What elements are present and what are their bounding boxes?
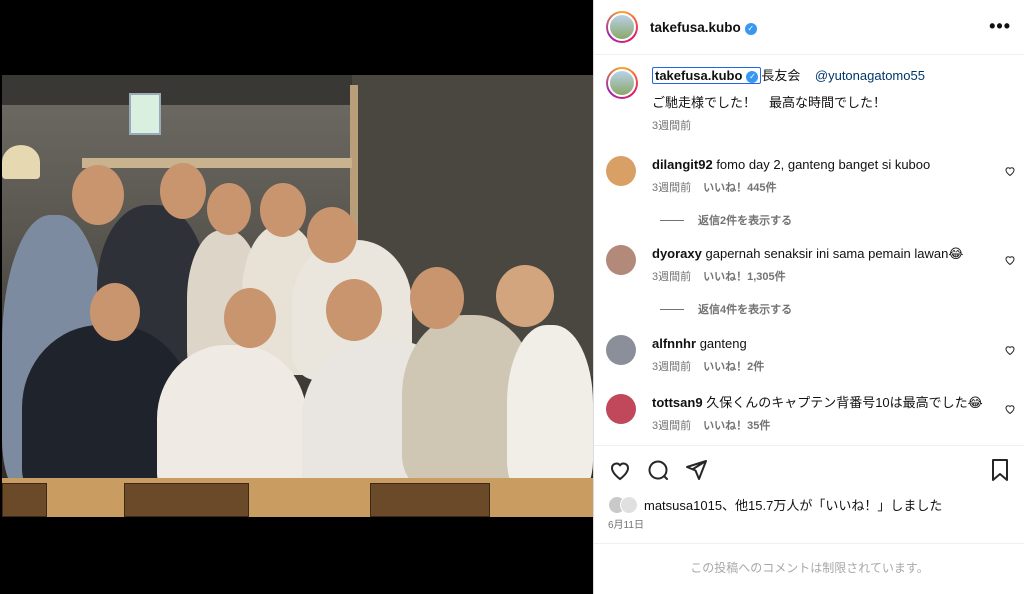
verified-badge-icon: ✓ [744,22,757,35]
liker-avatar [620,495,638,514]
heart-icon[interactable] [1004,254,1016,266]
comment-text: gapernah senaksir ini sama pemain lawan😂 [705,246,964,261]
comment-username[interactable]: tottsan9 [652,395,703,410]
comment-icon[interactable] [646,458,670,482]
comments-restricted-notice: この投稿へのコメントは制限されています。 [594,543,1024,593]
exit-sign [129,93,161,135]
comment-likes[interactable]: いいね！2件 [703,361,764,373]
comment-item: alfnnhr ganteng 3週間前 いいね！2件 [606,335,1016,385]
like-heart-icon[interactable] [608,458,632,482]
post-date[interactable]: 6月11日 [608,516,644,531]
comment-likes[interactable]: いいね！1,305件 [703,271,786,283]
commenter-avatar[interactable] [606,335,636,365]
caption-time[interactable]: 3週間前 [652,117,992,135]
caption-group: 長友会 [761,68,801,83]
caption-text: ご馳走様でした！ 最高な時間でした！ [652,95,887,110]
comment-username[interactable]: alfnnhr [652,336,696,351]
comment-username[interactable]: dilangit92 [652,157,713,172]
commenter-avatar[interactable] [606,245,636,275]
post-media [0,0,593,594]
post-details-panel: takefusa.kubo ✓ ••• takefusa.kubo ✓ 長友会 @yu… [593,0,1024,594]
view-replies-link[interactable]: 返信4件を表示する [660,301,792,317]
likes-summary[interactable]: matsusa1015、他15.7万人が「いいね！」しました [608,495,942,514]
commenter-avatar[interactable] [606,394,636,424]
comment-text: ganteng [699,336,747,351]
verified-badge-icon: ✓ [746,71,759,83]
mention-link[interactable]: @yutonagatomo55 [815,68,925,83]
author-username[interactable]: takefusa.kubo ✓ [650,20,757,35]
comment-time[interactable]: 3週間前 [652,361,691,373]
share-icon[interactable] [684,458,708,482]
commenter-avatar[interactable] [606,156,636,186]
bookmark-icon[interactable] [989,458,1011,482]
table-counter [2,478,593,517]
comments-scroll[interactable]: takefusa.kubo ✓ 長友会 @yutonagatomo55 ご馳走様でし… [594,55,1024,445]
author-avatar[interactable] [606,11,638,43]
post-photo[interactable] [2,75,593,517]
comment-time[interactable]: 3週間前 [652,271,691,283]
wall-lamp [2,145,40,179]
view-replies-link[interactable]: 返信2件を表示する [660,212,792,228]
comment-likes[interactable]: いいね！445件 [703,182,776,194]
comment-item: dyoraxy gapernah senaksir ini sama pemai… [606,245,1016,325]
comment-item: tottsan9 久保くんのキャプテン背番号10は最高でした😂 3週間前 いいね！… [606,394,1016,444]
comment-username[interactable]: dyoraxy [652,246,702,261]
comment-time[interactable]: 3週間前 [652,420,691,432]
caption-username[interactable]: takefusa.kubo ✓ [652,67,762,84]
comment-time[interactable]: 3週間前 [652,182,691,194]
comment-text: 久保くんのキャプテン背番号10は最高でした😂 [706,395,983,410]
heart-icon[interactable] [1004,403,1016,415]
heart-icon[interactable] [1004,165,1016,177]
post-actions: matsusa1015、他15.7万人が「いいね！」しました 6月11日 この投… [594,445,1024,594]
comment-likes[interactable]: いいね！35件 [703,420,770,432]
comment-item: dilangit92 fomo day 2, ganteng banget si… [606,156,1016,236]
caption: takefusa.kubo ✓ 長友会 @yutonagatomo55 ご馳走様でし… [606,67,1016,147]
caption-avatar[interactable] [606,67,638,99]
post-header: takefusa.kubo ✓ ••• [594,0,1024,55]
heart-icon[interactable] [1004,344,1016,356]
comment-text: fomo day 2, ganteng banget si kuboo [716,157,931,172]
more-options-icon[interactable]: ••• [989,16,1011,37]
